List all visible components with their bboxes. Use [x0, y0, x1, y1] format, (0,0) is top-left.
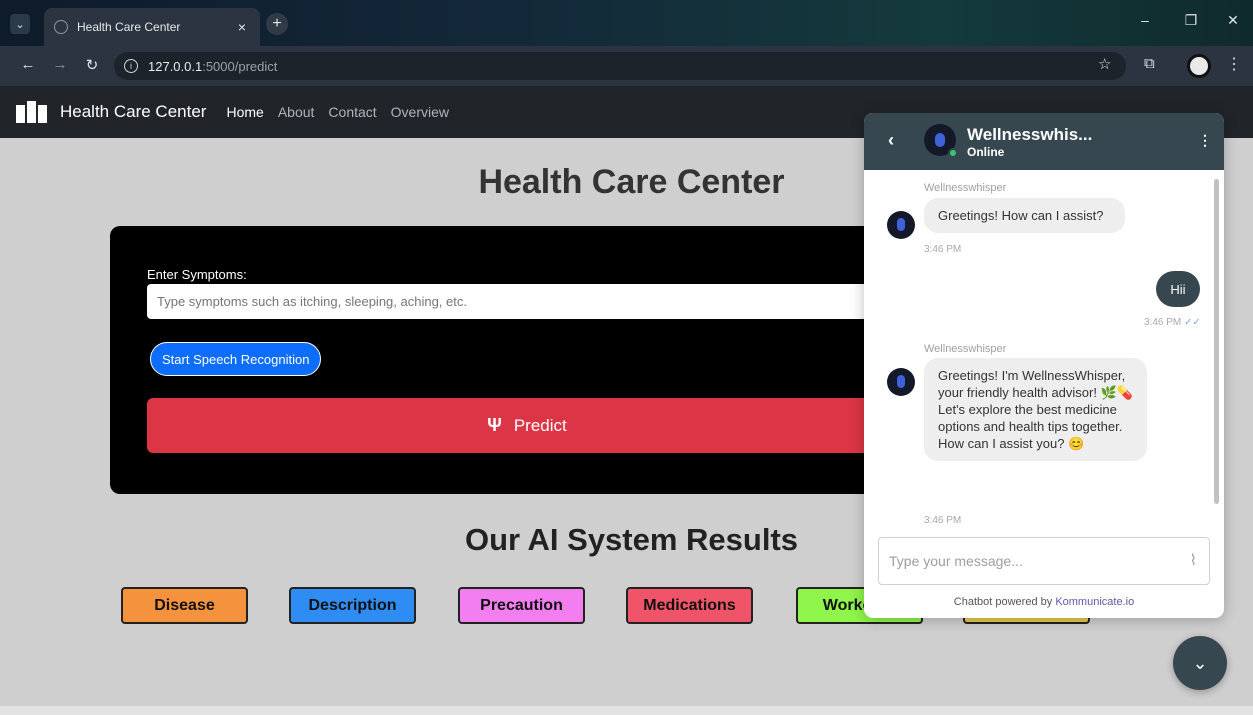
- browser-tab[interactable]: Health Care Center ×: [44, 8, 260, 46]
- message-sender: Wellnesswhisper: [924, 343, 1007, 355]
- browser-toolbar: ← → ↻ i 127.0.0.1:5000/predict ☆ ⧉ ⋮: [0, 46, 1253, 86]
- chat-toggle-chevron-down-icon[interactable]: ⌄: [1173, 636, 1227, 690]
- new-tab-button[interactable]: +: [266, 13, 288, 35]
- bookmark-star-icon[interactable]: ☆: [1098, 55, 1111, 73]
- message-time: 3:46 PM: [924, 515, 962, 526]
- tab-title: Health Care Center: [77, 20, 181, 34]
- restore-icon[interactable]: ❐: [1176, 12, 1206, 29]
- symptom-form-card: Enter Symptoms: Start Speech Recognition…: [110, 226, 910, 494]
- precaution-button[interactable]: Precaution: [458, 587, 585, 624]
- predict-button[interactable]: Ψ Predict: [147, 398, 907, 453]
- navbar-brand[interactable]: Health Care Center: [60, 102, 206, 122]
- page-bottom-edge: [0, 706, 1253, 715]
- forward-arrow-icon[interactable]: →: [50, 56, 70, 73]
- powered-by-footer: Chatbot powered by Kommunicate.io: [864, 596, 1224, 608]
- bot-avatar: [887, 211, 915, 239]
- online-status-dot: [948, 148, 958, 158]
- browser-titlebar: ⌄ Health Care Center × + – ❐ ✕: [0, 0, 1253, 46]
- nav-link-overview[interactable]: Overview: [391, 104, 449, 120]
- url-path: :5000/predict: [202, 58, 278, 74]
- chat-header: ‹ Wellnesswhis... Online ⋮: [864, 113, 1224, 170]
- bot-name: Wellnesswhis...: [967, 125, 1093, 144]
- disease-button[interactable]: Disease: [121, 587, 248, 624]
- chat-message-input[interactable]: Type your message... ⌇: [878, 537, 1210, 585]
- chat-scrollbar[interactable]: [1214, 179, 1219, 504]
- symptoms-input[interactable]: [147, 284, 887, 319]
- read-receipt-icon: ✓✓: [1184, 317, 1201, 328]
- bot-message-bubble: Greetings! I'm WellnessWhisper, your fri…: [924, 358, 1147, 461]
- medications-button[interactable]: Medications: [626, 587, 753, 624]
- predict-label: Predict: [513, 415, 567, 435]
- message-time-text: 3:46 PM: [1144, 317, 1182, 328]
- url-host: 127.0.0.1: [148, 58, 203, 74]
- powered-by-text: Chatbot powered by: [953, 596, 1053, 608]
- start-speech-recognition-button[interactable]: Start Speech Recognition: [150, 342, 322, 376]
- extensions-icon[interactable]: ⧉: [1144, 55, 1155, 72]
- stethoscope-icon: Ψ: [487, 415, 502, 435]
- bot-avatar: [887, 368, 915, 396]
- chat-messages[interactable]: Wellnesswhisper Greetings! How can I ass…: [864, 170, 1224, 532]
- back-arrow-icon[interactable]: ←: [18, 56, 38, 73]
- attachment-clip-icon[interactable]: ⌇: [1190, 551, 1197, 569]
- profile-avatar-icon[interactable]: [1187, 54, 1211, 78]
- hospital-logo-icon: [16, 101, 50, 123]
- browser-menu-kebab-icon[interactable]: ⋮: [1226, 54, 1242, 74]
- tab-search-chevron-down-icon[interactable]: ⌄: [10, 14, 30, 34]
- chat-back-icon[interactable]: ‹: [888, 130, 894, 151]
- message-time: 3:46 PM ✓✓: [1144, 317, 1201, 328]
- tab-close-icon[interactable]: ×: [234, 19, 250, 35]
- nav-link-home[interactable]: Home: [226, 104, 263, 120]
- address-bar[interactable]: i 127.0.0.1:5000/predict: [114, 52, 1126, 80]
- nav-link-about[interactable]: About: [278, 104, 315, 120]
- nav-link-contact[interactable]: Contact: [328, 104, 376, 120]
- message-sender: Wellnesswhisper: [924, 182, 1007, 194]
- bot-status: Online: [967, 145, 1005, 159]
- globe-icon: [54, 20, 68, 34]
- chat-input-placeholder: Type your message...: [889, 553, 1023, 569]
- minimize-icon[interactable]: –: [1130, 12, 1160, 28]
- reload-icon[interactable]: ↻: [82, 56, 102, 74]
- close-window-icon[interactable]: ✕: [1218, 12, 1248, 29]
- kommunicate-link[interactable]: Kommunicate.io: [1055, 596, 1134, 608]
- chat-menu-kebab-icon[interactable]: ⋮: [1198, 132, 1212, 149]
- bot-message-bubble: Greetings! How can I assist?: [924, 198, 1125, 233]
- description-button[interactable]: Description: [289, 587, 416, 624]
- site-info-icon[interactable]: i: [124, 59, 138, 73]
- chat-widget: ‹ Wellnesswhis... Online ⋮ Wellnesswhisp…: [864, 113, 1224, 618]
- symptoms-label: Enter Symptoms:: [147, 267, 247, 282]
- user-message-bubble: Hii: [1156, 271, 1200, 307]
- message-time: 3:46 PM: [924, 244, 962, 255]
